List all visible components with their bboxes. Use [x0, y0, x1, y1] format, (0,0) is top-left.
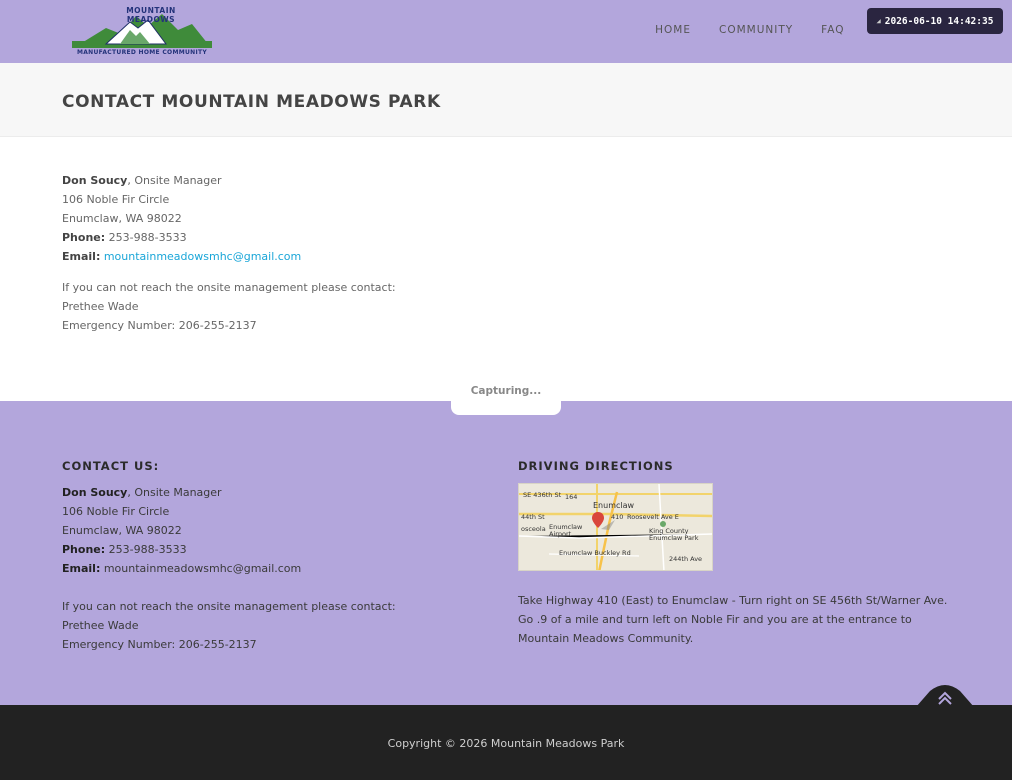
footer-address-line-2: Enumclaw, WA 98022 [62, 524, 182, 537]
email-label: Email: [62, 250, 101, 263]
capturing-indicator: Capturing... [451, 376, 561, 415]
footer-directions-title: DRIVING DIRECTIONS [518, 459, 674, 473]
map-label-2: Roosevelt Ave E [627, 513, 679, 521]
footer-alt-contact-note: If you can not reach the onsite manageme… [62, 600, 396, 613]
footer-contact-title: CONTACT US: [62, 459, 160, 473]
footer-address-line-1: 106 Noble Fir Circle [62, 505, 170, 518]
email-link[interactable]: mountainmeadowsmhc@gmail.com [104, 250, 301, 263]
title-band: CONTACT MOUNTAIN MEADOWS PARK [0, 63, 1012, 137]
scroll-to-top-button[interactable] [916, 683, 974, 707]
footer-contact-column: CONTACT US: Don Soucy, Onsite Manager 10… [62, 457, 482, 654]
footer-phone-value: 253-988-3533 [105, 543, 187, 556]
nav-community[interactable]: COMMUNITY [719, 24, 793, 36]
footer-directions-column: DRIVING DIRECTIONS SE 436th St Enumclaw … [518, 457, 948, 648]
footer-email-line: Email: mountainmeadowsmhc@gmail.com [62, 559, 482, 578]
map-label-7: 410 [611, 513, 624, 521]
nav-faq[interactable]: FAQ [821, 24, 844, 36]
logo-text-bottom: MANUFACTURED HOME COMMUNITY [76, 49, 208, 56]
contact-info: Don Soucy, Onsite Manager 106 Noble Fir … [62, 171, 662, 335]
footer-emergency-number: Emergency Number: 206-255-2137 [62, 638, 257, 651]
map-label-8: 164 [565, 493, 578, 501]
footer-email-value[interactable]: mountainmeadowsmhc@gmail.com [104, 562, 301, 575]
map-label-6: King County Enumclaw Park [649, 527, 699, 542]
phone-value: 253-988-3533 [105, 231, 187, 244]
address-line-1: 106 Noble Fir Circle [62, 193, 170, 206]
bottom-bar: Copyright © 2026 Mountain Meadows Park [0, 705, 1012, 780]
site-header: MOUNTAIN MEADOWS MANUFACTURED HOME COMMU… [0, 0, 1012, 63]
page-title: CONTACT MOUNTAIN MEADOWS PARK [62, 92, 441, 112]
emergency-number: Emergency Number: 206-255-2137 [62, 319, 257, 332]
footer-manager-line: Don Soucy, Onsite Manager [62, 483, 482, 502]
footer-phone-line: Phone: 253-988-3533 [62, 540, 482, 559]
triangle-icon: ◢ [876, 17, 881, 25]
map-label-5: Enumclaw Airport [549, 523, 583, 538]
logo-text-top: MOUNTAIN MEADOWS [126, 6, 176, 24]
footer-manager-name: Don Soucy [62, 486, 128, 499]
map-label-10: 244th Ave [669, 555, 703, 563]
footer-phone-label: Phone: [62, 543, 106, 556]
timestamp-text: 2026-06-10 14:42:35 [884, 15, 994, 27]
map-label-4: osceola [521, 525, 546, 533]
timestamp-badge: ◢ 2026-06-10 14:42:35 [867, 8, 1003, 34]
map-label-0: SE 436th St [523, 491, 562, 499]
copyright-text: Copyright © 2026 Mountain Meadows Park [387, 737, 625, 750]
manager-name: Don Soucy [62, 174, 128, 187]
phone-label: Phone: [62, 231, 106, 244]
manager-line: Don Soucy, Onsite Manager [62, 171, 662, 190]
footer-email-label: Email: [62, 562, 101, 575]
footer-alt-contact-name: Prethee Wade [62, 619, 139, 632]
footer-manager-role: , Onsite Manager [127, 486, 222, 499]
site-logo[interactable]: MOUNTAIN MEADOWS MANUFACTURED HOME COMMU… [66, 4, 218, 60]
address-line-2: Enumclaw, WA 98022 [62, 212, 182, 225]
phone-line: Phone: 253-988-3533 [62, 228, 662, 247]
driving-directions-text: Take Highway 410 (East) to Enumclaw - Tu… [518, 594, 948, 645]
alt-contact-note: If you can not reach the onsite manageme… [62, 281, 396, 294]
nav-home[interactable]: HOME [655, 24, 691, 36]
double-chevron-up-icon [916, 685, 974, 707]
map-label-9: Enumclaw Buckley Rd [559, 549, 631, 557]
directions-map[interactable]: SE 436th St Enumclaw Roosevelt Ave E 44t… [518, 483, 713, 571]
email-line: Email: mountainmeadowsmhc@gmail.com [62, 247, 662, 266]
manager-role: , Onsite Manager [127, 174, 222, 187]
alt-contact-name: Prethee Wade [62, 300, 139, 313]
footer-widgets: CONTACT US: Don Soucy, Onsite Manager 10… [0, 401, 1012, 705]
